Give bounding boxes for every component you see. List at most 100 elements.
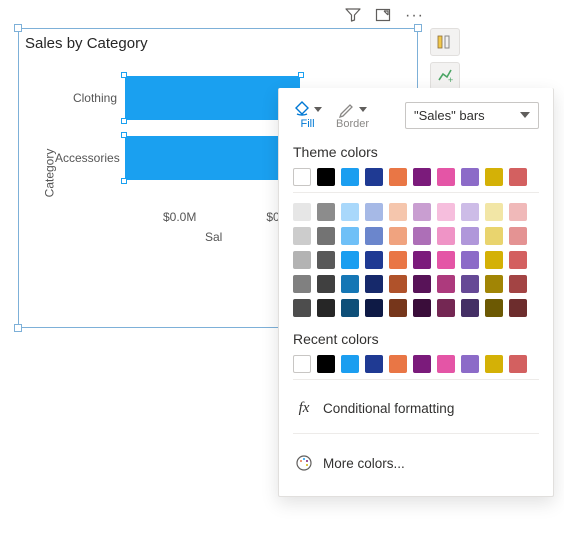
color-swatch[interactable]: [461, 275, 479, 293]
divider: [293, 379, 539, 380]
scope-dropdown[interactable]: "Sales" bars: [405, 102, 539, 129]
focus-mode-icon[interactable]: [375, 7, 391, 26]
color-swatch[interactable]: [437, 299, 455, 317]
color-swatch[interactable]: [341, 299, 359, 317]
more-colors-button[interactable]: More colors...: [293, 444, 539, 482]
color-swatch[interactable]: [389, 227, 407, 245]
color-swatch[interactable]: [437, 275, 455, 293]
conditional-formatting-button[interactable]: fx Conditional formatting: [293, 390, 539, 427]
color-swatch[interactable]: [293, 227, 311, 245]
divider: [293, 433, 539, 434]
color-swatch[interactable]: [293, 168, 311, 186]
resize-handle-tl[interactable]: [14, 24, 22, 32]
color-swatch[interactable]: [365, 355, 383, 373]
color-swatch[interactable]: [437, 203, 455, 221]
color-swatch[interactable]: [437, 355, 455, 373]
shade-row: [293, 299, 539, 317]
color-swatch[interactable]: [485, 168, 503, 186]
color-swatch[interactable]: [413, 251, 431, 269]
color-swatch[interactable]: [485, 203, 503, 221]
color-swatch[interactable]: [389, 299, 407, 317]
color-swatch[interactable]: [341, 251, 359, 269]
color-swatch[interactable]: [293, 355, 311, 373]
color-swatch[interactable]: [509, 299, 527, 317]
color-swatch[interactable]: [317, 355, 335, 373]
color-swatch[interactable]: [293, 299, 311, 317]
color-swatch[interactable]: [461, 299, 479, 317]
color-swatch[interactable]: [365, 203, 383, 221]
color-swatch[interactable]: [317, 251, 335, 269]
color-swatch[interactable]: [365, 227, 383, 245]
border-tab[interactable]: Border: [336, 100, 369, 130]
color-swatch[interactable]: [293, 203, 311, 221]
color-swatch[interactable]: [509, 203, 527, 221]
color-swatch[interactable]: [485, 275, 503, 293]
color-swatch[interactable]: [485, 355, 503, 373]
color-swatch[interactable]: [509, 355, 527, 373]
color-swatch[interactable]: [317, 203, 335, 221]
color-swatch[interactable]: [437, 168, 455, 186]
shade-row: [293, 203, 539, 221]
color-swatch[interactable]: [317, 299, 335, 317]
color-swatch[interactable]: [389, 275, 407, 293]
color-swatch[interactable]: [413, 299, 431, 317]
y-axis-label: Category: [42, 149, 56, 198]
color-swatch[interactable]: [341, 203, 359, 221]
color-swatch[interactable]: [413, 203, 431, 221]
theme-color-row: [293, 168, 539, 186]
more-options-icon[interactable]: ···: [405, 8, 424, 24]
visual-action-column: +: [430, 28, 460, 90]
picker-header: Fill Border "Sales" bars: [293, 100, 539, 130]
color-swatch[interactable]: [461, 168, 479, 186]
chevron-down-icon: [359, 107, 367, 112]
color-swatch[interactable]: [389, 203, 407, 221]
analytics-button[interactable]: +: [430, 62, 460, 90]
color-swatch[interactable]: [509, 227, 527, 245]
color-swatch[interactable]: [293, 275, 311, 293]
filter-icon[interactable]: [345, 7, 361, 26]
color-swatch[interactable]: [437, 227, 455, 245]
bar-accessories[interactable]: [125, 136, 288, 180]
color-swatch[interactable]: [365, 168, 383, 186]
color-swatch[interactable]: [413, 355, 431, 373]
color-swatch[interactable]: [461, 355, 479, 373]
resize-handle-tr[interactable]: [414, 24, 422, 32]
color-swatch[interactable]: [485, 227, 503, 245]
color-swatch[interactable]: [317, 227, 335, 245]
color-swatch[interactable]: [365, 299, 383, 317]
color-swatch[interactable]: [485, 299, 503, 317]
bar-clothing[interactable]: [125, 76, 300, 120]
resize-handle-bl[interactable]: [14, 324, 22, 332]
color-swatch[interactable]: [509, 168, 527, 186]
color-swatch[interactable]: [293, 251, 311, 269]
color-swatch[interactable]: [461, 203, 479, 221]
color-swatch[interactable]: [365, 251, 383, 269]
color-swatch[interactable]: [461, 227, 479, 245]
color-swatch[interactable]: [413, 168, 431, 186]
color-swatch[interactable]: [461, 251, 479, 269]
color-swatch[interactable]: [317, 275, 335, 293]
format-visual-button[interactable]: [430, 28, 460, 56]
fill-tab[interactable]: Fill: [293, 100, 322, 130]
fx-icon: fx: [295, 400, 313, 417]
chevron-down-icon: [520, 112, 530, 118]
color-swatch[interactable]: [413, 227, 431, 245]
shade-row: [293, 275, 539, 293]
color-swatch[interactable]: [365, 275, 383, 293]
color-swatch[interactable]: [509, 275, 527, 293]
color-swatch[interactable]: [389, 355, 407, 373]
color-swatch[interactable]: [341, 355, 359, 373]
color-swatch[interactable]: [341, 275, 359, 293]
color-swatch[interactable]: [437, 251, 455, 269]
color-swatch[interactable]: [389, 251, 407, 269]
color-swatch[interactable]: [341, 168, 359, 186]
shade-row: [293, 251, 539, 269]
color-swatch[interactable]: [413, 275, 431, 293]
color-swatch[interactable]: [509, 251, 527, 269]
color-swatch[interactable]: [485, 251, 503, 269]
color-swatch[interactable]: [389, 168, 407, 186]
chevron-down-icon: [314, 107, 322, 112]
category-label: Accessories: [55, 151, 125, 165]
color-swatch[interactable]: [317, 168, 335, 186]
color-swatch[interactable]: [341, 227, 359, 245]
